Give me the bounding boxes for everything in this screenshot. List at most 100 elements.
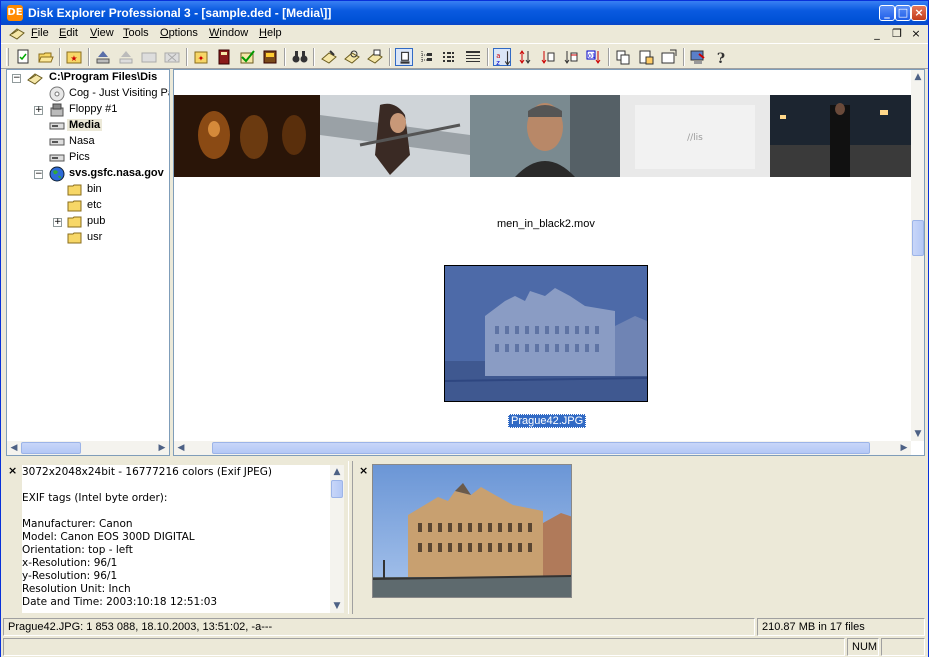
list-view-icon[interactable] bbox=[441, 48, 459, 66]
tree-item-label: Media bbox=[67, 119, 103, 131]
menu-bar: File Edit View Tools Options Window Help… bbox=[1, 25, 928, 43]
new-document-icon[interactable] bbox=[14, 48, 32, 66]
exif-info-text[interactable]: 3072x2048x24bit - 16777216 colors (Exif … bbox=[22, 465, 330, 613]
info-line: Manufacturer: Canon bbox=[22, 518, 133, 530]
new-item-icon[interactable]: ✦ bbox=[192, 48, 210, 66]
svg-text:★: ★ bbox=[70, 54, 77, 63]
print-icon[interactable] bbox=[366, 48, 384, 66]
menu-view[interactable]: View bbox=[90, 27, 114, 39]
tray-disabled-icon[interactable] bbox=[140, 48, 158, 66]
tree-item-label: Cog - Just Visiting Pa bbox=[69, 87, 170, 99]
tree-item-label: Floppy #1 bbox=[69, 103, 118, 115]
svg-text:z: z bbox=[496, 59, 500, 67]
menu-window[interactable]: Window bbox=[209, 27, 248, 39]
main-vertical-scrollbar[interactable]: ▲ ▼ bbox=[911, 70, 924, 441]
app-window: DE Disk Explorer Professional 3 - [sampl… bbox=[0, 0, 929, 657]
preview-close-button[interactable]: × bbox=[359, 464, 368, 477]
panel-splitter[interactable] bbox=[348, 461, 353, 614]
scroll-thumb[interactable] bbox=[21, 442, 81, 454]
database-icon[interactable] bbox=[261, 48, 279, 66]
expand-toggle[interactable]: + bbox=[53, 218, 62, 227]
expand-toggle[interactable]: + bbox=[34, 106, 43, 115]
sort-date-icon[interactable] bbox=[562, 48, 580, 66]
image-thumbnail-selected[interactable] bbox=[444, 265, 648, 402]
scroll-down-arrow[interactable]: ▼ bbox=[330, 599, 344, 613]
main-horizontal-scrollbar[interactable]: ◀ ▶ bbox=[174, 441, 911, 455]
eject-icon[interactable] bbox=[94, 48, 112, 66]
status-num: NUM bbox=[847, 638, 879, 656]
export-icon[interactable] bbox=[689, 48, 707, 66]
app-icon[interactable]: DE bbox=[7, 5, 23, 21]
prague-thumbnail bbox=[444, 266, 648, 401]
sort-name-icon[interactable]: az bbox=[493, 48, 511, 67]
info-line: y-Resolution: 96/1 bbox=[22, 570, 118, 582]
image-preview[interactable] bbox=[372, 464, 572, 598]
video-filmstrip[interactable]: //lis bbox=[174, 95, 912, 177]
document-icon[interactable] bbox=[9, 26, 25, 40]
menu-help[interactable]: Help bbox=[259, 27, 282, 39]
details-view-icon[interactable] bbox=[464, 48, 482, 66]
folder-icon bbox=[67, 184, 82, 196]
scroll-left-arrow[interactable]: ◀ bbox=[174, 441, 188, 455]
status-file-info: Prague42.JPG: 1 853 088, 18.10.2003, 13:… bbox=[3, 618, 755, 636]
favorite-folder-icon[interactable]: ★ bbox=[65, 48, 83, 66]
scroll-right-arrow[interactable]: ▶ bbox=[155, 441, 169, 455]
copy-icon[interactable] bbox=[614, 48, 632, 66]
menu-tools[interactable]: Tools bbox=[123, 27, 149, 39]
globe-icon bbox=[49, 166, 65, 182]
image-filename[interactable]: Prague42.JPG bbox=[508, 414, 587, 428]
window-title: Disk Explorer Professional 3 - [sample.d… bbox=[28, 6, 332, 20]
properties-icon[interactable] bbox=[637, 48, 655, 66]
menu-options[interactable]: Options bbox=[160, 27, 198, 39]
scroll-up-arrow[interactable]: ▲ bbox=[330, 465, 344, 479]
info-vertical-scrollbar[interactable]: ▲ ▼ bbox=[330, 465, 344, 613]
help-icon[interactable]: ? bbox=[712, 48, 730, 67]
scroll-left-arrow[interactable]: ◀ bbox=[7, 441, 21, 455]
sort-attr-icon[interactable]: 01 bbox=[585, 48, 603, 66]
compose-icon[interactable] bbox=[320, 48, 338, 66]
open-folder-icon[interactable] bbox=[37, 48, 55, 66]
settings-icon[interactable] bbox=[660, 48, 678, 66]
maximize-button[interactable]: □ bbox=[895, 5, 911, 21]
catalog-tree[interactable]: − C:\Program Files\Dis Cog - Just Visiti… bbox=[6, 69, 170, 456]
menu-file[interactable]: File bbox=[31, 27, 49, 39]
delete-disabled-icon[interactable] bbox=[163, 48, 181, 66]
binoculars-icon[interactable] bbox=[291, 48, 309, 66]
status-empty bbox=[3, 638, 845, 656]
sort-size-icon[interactable] bbox=[516, 48, 534, 66]
scroll-down-arrow[interactable]: ▼ bbox=[911, 427, 924, 441]
tree-horizontal-scrollbar[interactable]: ◀ ▶ bbox=[7, 441, 169, 455]
close-button[interactable]: × bbox=[911, 5, 927, 21]
info-line bbox=[22, 479, 330, 492]
menu-edit[interactable]: Edit bbox=[59, 27, 78, 39]
mdi-close-button[interactable]: × bbox=[909, 27, 923, 41]
scroll-thumb[interactable] bbox=[912, 220, 924, 256]
collapse-toggle[interactable]: − bbox=[12, 74, 21, 83]
info-line: Orientation: top - left bbox=[22, 544, 133, 556]
find-icon[interactable] bbox=[343, 48, 361, 66]
catalog-icon[interactable] bbox=[215, 48, 233, 66]
mdi-minimize-button[interactable]: _ bbox=[870, 27, 884, 41]
prague-preview-image bbox=[373, 465, 571, 597]
info-line bbox=[22, 505, 330, 518]
drive-icon bbox=[49, 154, 65, 162]
tree-view-icon[interactable] bbox=[418, 48, 436, 66]
collapse-toggle[interactable]: − bbox=[34, 170, 43, 179]
eject-disabled-icon[interactable] bbox=[117, 48, 135, 66]
folder-icon bbox=[67, 216, 82, 228]
folder-icon bbox=[67, 232, 82, 244]
minimize-button[interactable]: _ bbox=[879, 5, 895, 21]
status-extra bbox=[881, 638, 925, 656]
info-close-button[interactable]: × bbox=[8, 464, 17, 477]
checkmark-icon[interactable] bbox=[238, 48, 256, 66]
scroll-right-arrow[interactable]: ▶ bbox=[897, 441, 911, 455]
scroll-thumb[interactable] bbox=[212, 442, 870, 454]
video-filename[interactable]: men_in_black2.mov bbox=[497, 218, 595, 230]
title-bar[interactable]: DE Disk Explorer Professional 3 - [sampl… bbox=[1, 1, 928, 25]
mdi-restore-button[interactable]: ❐ bbox=[890, 27, 904, 41]
scroll-thumb[interactable] bbox=[331, 480, 343, 498]
scroll-up-arrow[interactable]: ▲ bbox=[911, 70, 924, 84]
large-icons-view-icon[interactable] bbox=[395, 48, 413, 66]
sort-type-icon[interactable] bbox=[539, 48, 557, 66]
thumbnail-view[interactable]: //lis men_in_black2.mov Prague42.JPG ▲ ▼… bbox=[173, 69, 925, 456]
